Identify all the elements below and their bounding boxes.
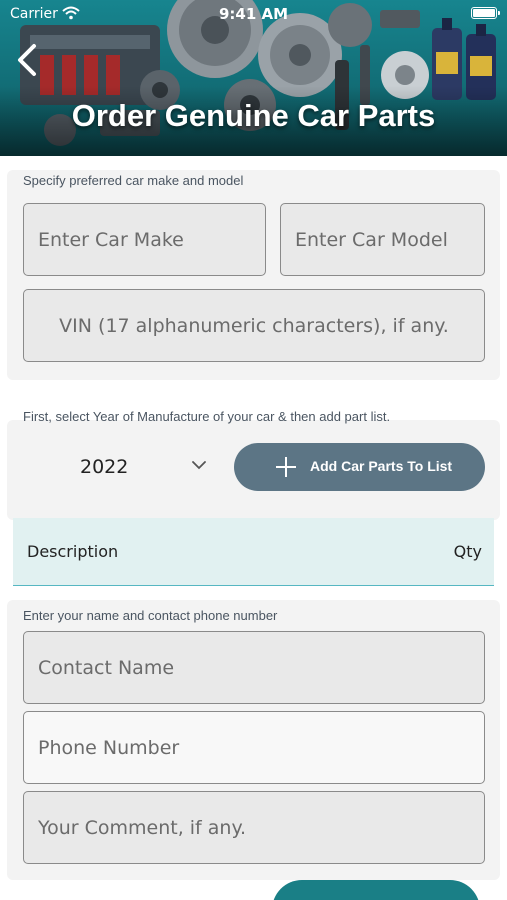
car-model-field[interactable] [280,203,485,276]
status-time: 9:41 AM [218,5,289,23]
battery-icon [471,7,500,19]
chevron-down-icon [192,461,206,470]
contact-name-input[interactable] [24,632,484,703]
car-make-input[interactable] [24,204,265,275]
add-car-parts-button[interactable]: Add Car Parts To List [234,443,485,491]
year-select[interactable]: 2022 [60,450,220,484]
add-car-parts-label: Add Car Parts To List [310,458,453,474]
comment-field[interactable] [23,791,485,864]
plus-icon [276,457,296,477]
page-title: Order Genuine Car Parts [71,98,436,133]
vehicle-section-label: Specify preferred car make and model [23,173,244,188]
parts-table-header: Description Qty [13,518,494,586]
parts-section-label: First, select Year of Manufacture of you… [23,409,391,424]
order-parts-screen: Carrier 9:41 AM Order Genuine Car Parts … [0,0,507,900]
qty-column-header: Qty [453,542,482,561]
phone-number-input[interactable] [24,712,484,783]
submit-button[interactable] [272,880,480,900]
phone-number-field[interactable] [23,711,485,784]
back-chevron-icon[interactable] [12,42,42,78]
comment-input[interactable] [24,792,484,863]
vin-input[interactable] [24,290,484,361]
car-model-input[interactable] [281,204,484,275]
description-column-header: Description [27,542,119,561]
vin-field[interactable] [23,289,485,362]
header-banner: Carrier 9:41 AM Order Genuine Car Parts [0,0,507,156]
year-value: 2022 [80,456,129,478]
car-make-field[interactable] [23,203,266,276]
contact-section-label: Enter your name and contact phone number [23,608,278,623]
contact-name-field[interactable] [23,631,485,704]
